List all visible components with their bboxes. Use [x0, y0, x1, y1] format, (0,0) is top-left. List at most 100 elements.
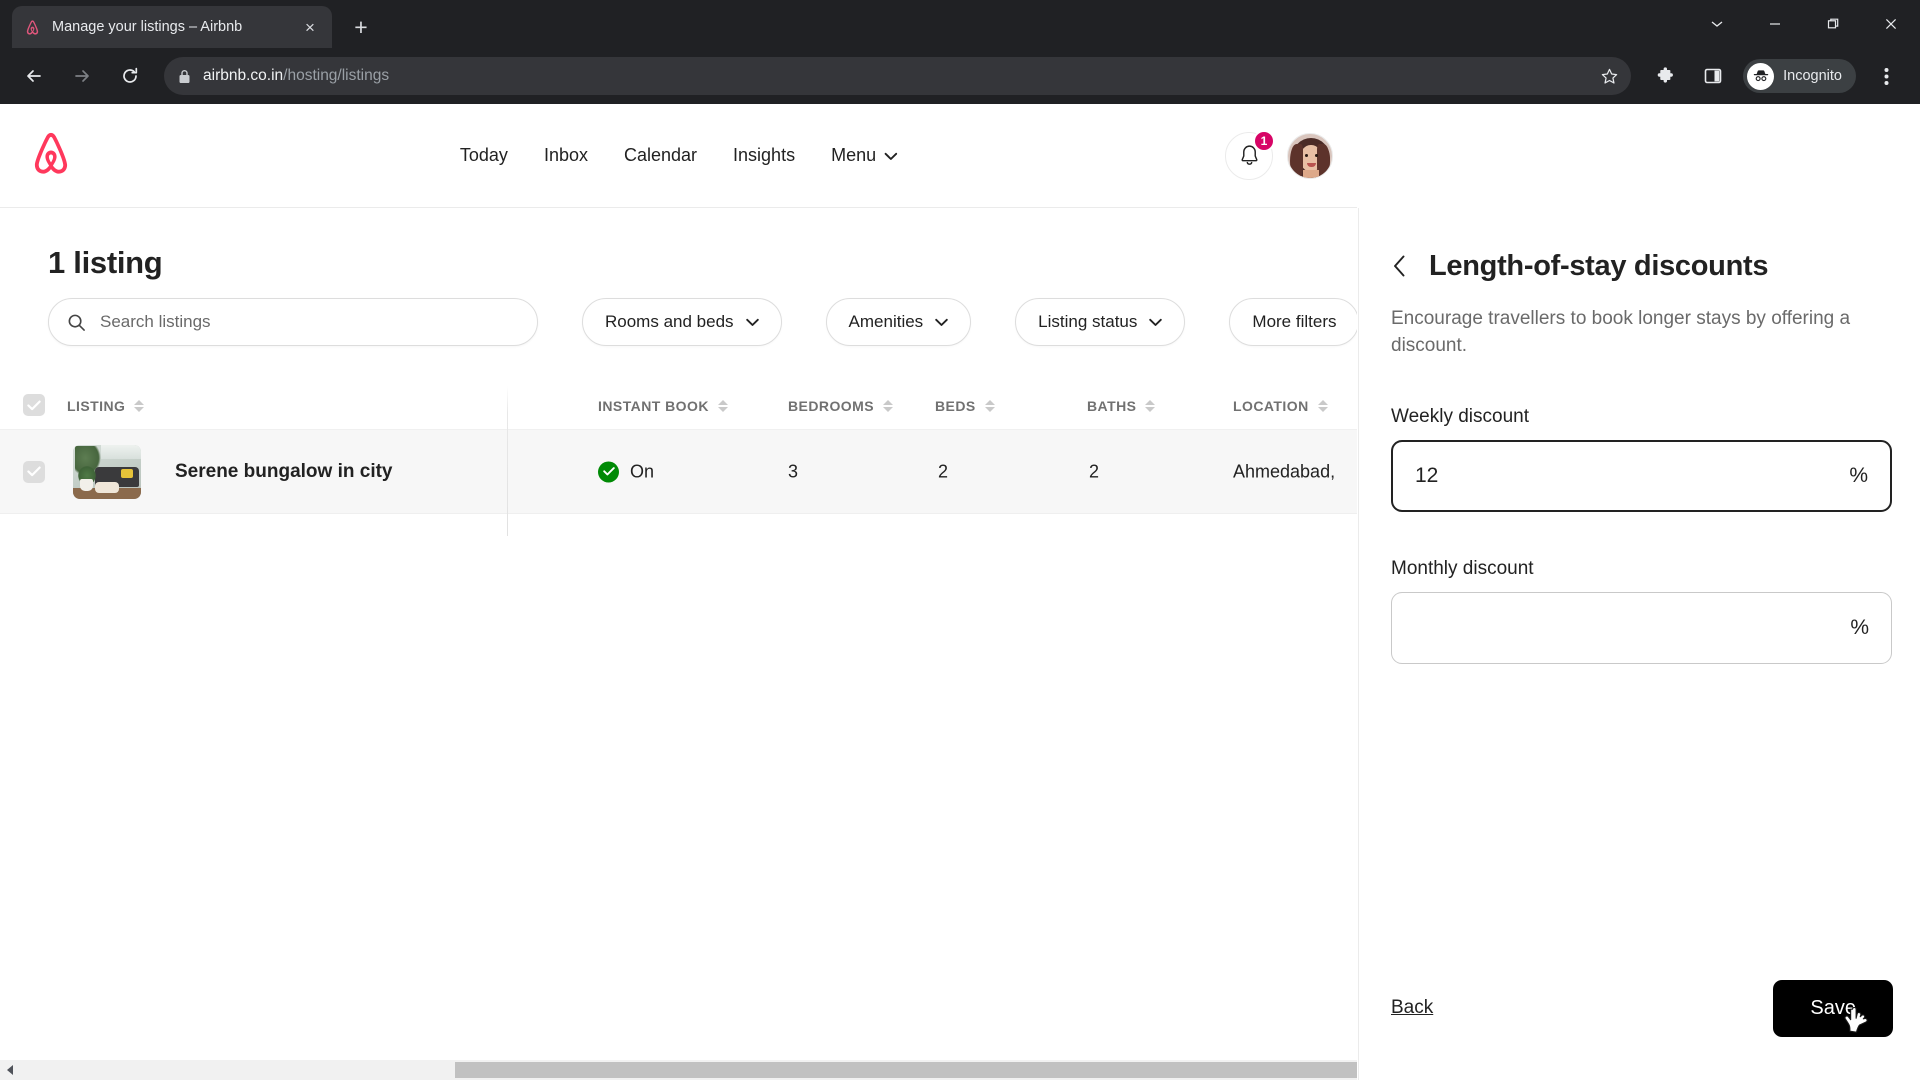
nav-item-today[interactable]: Today: [442, 137, 526, 174]
chevron-down-icon: [745, 312, 759, 332]
row-checkbox[interactable]: [23, 460, 45, 483]
incognito-indicator[interactable]: Incognito: [1743, 59, 1856, 93]
filter-rooms-and-beds[interactable]: Rooms and beds: [582, 298, 782, 346]
panel-title: Length-of-stay discounts: [1429, 249, 1769, 282]
page-title: 1 listing: [48, 245, 163, 280]
toolbar-right-group: Incognito: [1641, 56, 1910, 96]
chevron-down-icon: [1149, 312, 1163, 332]
listing-title[interactable]: Serene bungalow in city: [175, 461, 393, 483]
col-label: LOCATION: [1233, 398, 1309, 414]
horizontal-scrollbar[interactable]: [0, 1060, 1357, 1080]
filter-label: Amenities: [848, 312, 924, 331]
tab-title: Manage your listings – Airbnb: [52, 19, 243, 35]
filter-more-filters[interactable]: More filters: [1229, 298, 1357, 346]
url-text: airbnb.co.in/hosting/listings: [203, 67, 389, 85]
nav-item-menu[interactable]: Menu: [813, 137, 915, 174]
filter-amenities[interactable]: Amenities: [825, 298, 972, 346]
chevron-left-icon[interactable]: [1379, 246, 1419, 286]
filter-label: Rooms and beds: [605, 312, 734, 331]
percent-suffix: %: [1849, 463, 1868, 487]
primary-nav: Today Inbox Calendar Insights Menu: [442, 137, 915, 174]
filter-listing-status[interactable]: Listing status: [1015, 298, 1186, 346]
monthly-discount-field: Monthly discount %: [1391, 558, 1892, 664]
search-icon: [67, 313, 86, 332]
monthly-discount-input-wrapper[interactable]: %: [1391, 591, 1892, 664]
tab-strip: Manage your listings – Airbnb × +: [0, 0, 1920, 48]
nav-item-insights[interactable]: Insights: [715, 137, 813, 174]
forward-arrow-icon[interactable]: [62, 56, 102, 96]
table-header-row: LISTING INSTANT BOOK BEDROOMS BEDS BATHS…: [0, 386, 1357, 430]
nav-item-calendar[interactable]: Calendar: [606, 137, 715, 174]
col-header-baths[interactable]: BATHS: [1087, 398, 1156, 414]
close-icon[interactable]: [1862, 0, 1920, 48]
save-button[interactable]: Save: [1773, 979, 1893, 1037]
weekly-discount-input[interactable]: [1415, 463, 1850, 488]
monthly-discount-input[interactable]: [1414, 615, 1851, 640]
incognito-icon: [1747, 62, 1775, 90]
length-of-stay-discounts-panel: Length-of-stay discounts Encourage trave…: [1358, 208, 1920, 1080]
nav-label: Calendar: [623, 145, 698, 165]
back-arrow-icon[interactable]: [14, 56, 54, 96]
check-circle-icon: [598, 461, 619, 482]
maximize-icon[interactable]: [1804, 0, 1862, 48]
col-header-bedrooms[interactable]: BEDROOMS: [788, 398, 894, 414]
three-dot-menu-icon[interactable]: [1866, 56, 1906, 96]
chevron-down-icon[interactable]: [1688, 0, 1746, 48]
sort-icon[interactable]: [984, 400, 995, 412]
col-header-listing[interactable]: LISTING: [67, 398, 145, 414]
address-bar[interactable]: airbnb.co.in/hosting/listings: [164, 57, 1632, 95]
listings-table: LISTING INSTANT BOOK BEDROOMS BEDS BATHS…: [0, 386, 1357, 514]
browser-tab[interactable]: Manage your listings – Airbnb ×: [12, 6, 332, 48]
cell-bedrooms: 3: [788, 461, 799, 481]
weekly-discount-field: Weekly discount %: [1391, 406, 1892, 512]
search-listings-box[interactable]: [48, 298, 538, 346]
nav-label: Menu: [831, 145, 877, 165]
panel-footer: Back Save: [1359, 960, 1920, 1080]
cell-beds: 2: [938, 461, 949, 481]
tab-close-icon[interactable]: ×: [298, 15, 322, 39]
url-path: /hosting/listings: [283, 67, 390, 84]
col-header-beds[interactable]: BEDS: [935, 398, 995, 414]
puzzle-icon[interactable]: [1645, 56, 1685, 96]
browser-toolbar: airbnb.co.in/hosting/listings Incognito: [0, 48, 1920, 104]
frozen-column-divider: [507, 386, 508, 536]
header-right-group: 1: [1225, 129, 1333, 180]
sort-icon[interactable]: [134, 400, 145, 412]
chevron-down-icon: [935, 312, 948, 332]
sort-icon[interactable]: [1317, 400, 1328, 412]
sort-icon[interactable]: [883, 400, 894, 412]
nav-label: Today: [459, 145, 508, 165]
sort-icon[interactable]: [717, 400, 728, 412]
nav-label: Insights: [733, 145, 796, 165]
scrollbar-thumb[interactable]: [455, 1062, 1357, 1078]
scroll-left-arrow-icon[interactable]: [0, 1060, 20, 1080]
col-label: BEDROOMS: [788, 398, 875, 414]
filter-label: Listing status: [1038, 312, 1138, 331]
airbnb-logo[interactable]: [30, 130, 72, 181]
cell-baths: 2: [1089, 461, 1100, 481]
col-label: INSTANT BOOK: [598, 398, 709, 414]
col-header-instant-book[interactable]: INSTANT BOOK: [598, 398, 728, 414]
back-button[interactable]: Back: [1391, 997, 1433, 1019]
star-icon[interactable]: [1600, 67, 1619, 86]
table-row[interactable]: Serene bungalow in city On 3 2 2 Ahmedab…: [0, 430, 1357, 514]
sort-icon[interactable]: [1145, 400, 1156, 412]
percent-suffix: %: [1850, 615, 1869, 639]
avatar[interactable]: [1287, 132, 1333, 179]
filter-label: More filters: [1252, 312, 1337, 331]
reload-icon[interactable]: [110, 56, 150, 96]
select-all-checkbox[interactable]: [23, 394, 45, 416]
airbnb-header: Today Inbox Calendar Insights Menu 1: [0, 104, 1357, 208]
weekly-discount-input-wrapper[interactable]: %: [1391, 439, 1892, 512]
search-input[interactable]: [100, 312, 519, 332]
nav-item-inbox[interactable]: Inbox: [526, 137, 606, 174]
side-panel-icon[interactable]: [1693, 56, 1733, 96]
col-label: BEDS: [935, 398, 976, 414]
notifications[interactable]: 1: [1225, 129, 1275, 180]
filters-row: Rooms and beds Amenities Listing status …: [48, 298, 1357, 346]
page-viewport: Today Inbox Calendar Insights Menu 1 1 l…: [0, 104, 1920, 1080]
instant-book-status: On: [598, 461, 654, 482]
minimize-icon[interactable]: [1746, 0, 1804, 48]
col-header-location[interactable]: LOCATION: [1233, 398, 1328, 414]
new-tab-button[interactable]: +: [344, 10, 378, 44]
